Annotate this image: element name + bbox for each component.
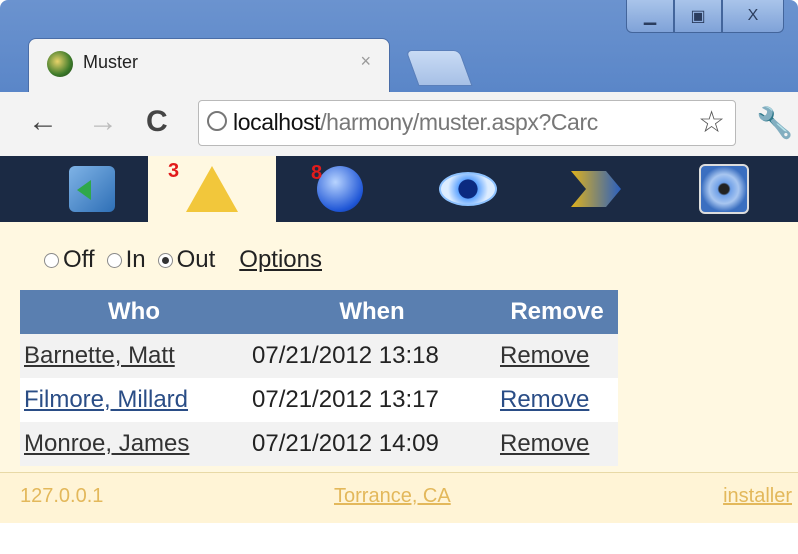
radio-out-label: Out (176, 246, 216, 273)
close-icon: X (747, 7, 759, 24)
warning-nav-icon (186, 166, 238, 212)
favicon-icon (47, 51, 73, 77)
url-text[interactable]: localhost/harmony/muster.aspx?Carc (233, 109, 683, 136)
radio-off[interactable] (44, 252, 59, 268)
bottom-strip (0, 523, 798, 554)
column-header-remove: Remove (496, 290, 618, 334)
url-host: localhost (233, 109, 321, 135)
close-window-button[interactable]: X (722, 0, 784, 33)
person-link[interactable]: Filmore, Millard (24, 386, 188, 413)
nav-item-muster[interactable]: 3 (148, 156, 276, 222)
window-controls: ▁ ▣ X (626, 0, 784, 33)
table-header-row: Who When Remove (20, 290, 618, 334)
browser-toolbar: ← → C localhost/harmony/muster.aspx?Carc… (0, 92, 798, 157)
nav-item-disc[interactable] (660, 156, 788, 222)
table-row: Monroe, James 07/21/2012 14:09 Remove (20, 422, 618, 466)
when-cell: 07/21/2012 13:18 (248, 334, 496, 378)
options-link[interactable]: Options (239, 246, 322, 274)
person-link[interactable]: Monroe, James (24, 430, 189, 457)
address-bar[interactable]: localhost/harmony/muster.aspx?Carc ☆ (198, 100, 736, 146)
footer-ip: 127.0.0.1 (20, 485, 104, 507)
user-nav-icon (69, 166, 115, 212)
maximize-icon: ▣ (690, 8, 706, 25)
who-cell: Filmore, Millard (20, 378, 248, 422)
nav-item-forward[interactable] (532, 156, 660, 222)
back-icon[interactable]: ← (28, 102, 58, 142)
bookmark-star-icon[interactable]: ☆ (698, 105, 725, 140)
forward-icon[interactable]: → (88, 102, 118, 142)
table-row: Filmore, Millard 07/21/2012 13:17 Remove (20, 378, 618, 422)
window-titlebar: ▁ ▣ X Muster × (0, 0, 798, 93)
page-footer: 127.0.0.1 Torrance, CA installer (0, 472, 798, 524)
maximize-button[interactable]: ▣ (674, 0, 722, 33)
remove-cell: Remove (496, 422, 618, 466)
who-cell: Monroe, James (20, 422, 248, 466)
status-filter: Off In Out Options (44, 246, 322, 274)
minimize-button[interactable]: ▁ (626, 0, 674, 33)
footer-location-link[interactable]: Torrance, CA (334, 485, 451, 508)
radio-in-label: In (125, 246, 146, 273)
remove-link[interactable]: Remove (500, 430, 589, 457)
browser-tab[interactable]: Muster × (28, 38, 390, 93)
eye-nav-icon (439, 172, 497, 206)
reload-icon[interactable]: C (146, 102, 168, 142)
wrench-icon[interactable]: 🔧 (756, 106, 793, 141)
column-header-who[interactable]: Who (20, 290, 248, 334)
muster-content: Off In Out Options Who When Remove Barne… (0, 222, 798, 554)
tab-close-icon[interactable]: × (360, 51, 371, 72)
who-cell: Barnette, Matt (20, 334, 248, 378)
nav-badge-count: 8 (311, 162, 323, 184)
remove-link[interactable]: Remove (500, 386, 589, 413)
tab-title: Muster (83, 52, 139, 72)
radio-out[interactable] (157, 252, 173, 268)
nav-item-alerts[interactable]: 8 (276, 156, 404, 222)
column-header-when[interactable]: When (248, 290, 496, 334)
page-info-icon[interactable] (207, 111, 227, 131)
footer-user-link[interactable]: installer (723, 485, 792, 508)
alert-nav-icon (317, 166, 363, 212)
nav-item-user[interactable] (28, 156, 156, 222)
remove-link[interactable]: Remove (500, 342, 589, 369)
minimize-icon: ▁ (643, 8, 657, 25)
app-nav-bar: 3 8 (0, 156, 798, 222)
muster-table: Who When Remove Barnette, Matt 07/21/201… (20, 290, 618, 466)
table-row: Barnette, Matt 07/21/2012 13:18 Remove (20, 334, 618, 378)
remove-cell: Remove (496, 378, 618, 422)
url-path: /harmony/muster.aspx?Carc (320, 109, 598, 135)
nav-item-view[interactable] (404, 156, 532, 222)
person-link[interactable]: Barnette, Matt (24, 342, 175, 369)
radio-in[interactable] (106, 252, 122, 268)
when-cell: 07/21/2012 14:09 (248, 422, 496, 466)
when-cell: 07/21/2012 13:17 (248, 378, 496, 422)
radio-off-label: Off (63, 246, 95, 273)
disc-nav-icon (699, 164, 749, 214)
nav-badge-count: 3 (168, 160, 180, 182)
remove-cell: Remove (496, 334, 618, 378)
arrows-nav-icon (571, 171, 621, 207)
new-tab-button[interactable] (405, 50, 473, 86)
